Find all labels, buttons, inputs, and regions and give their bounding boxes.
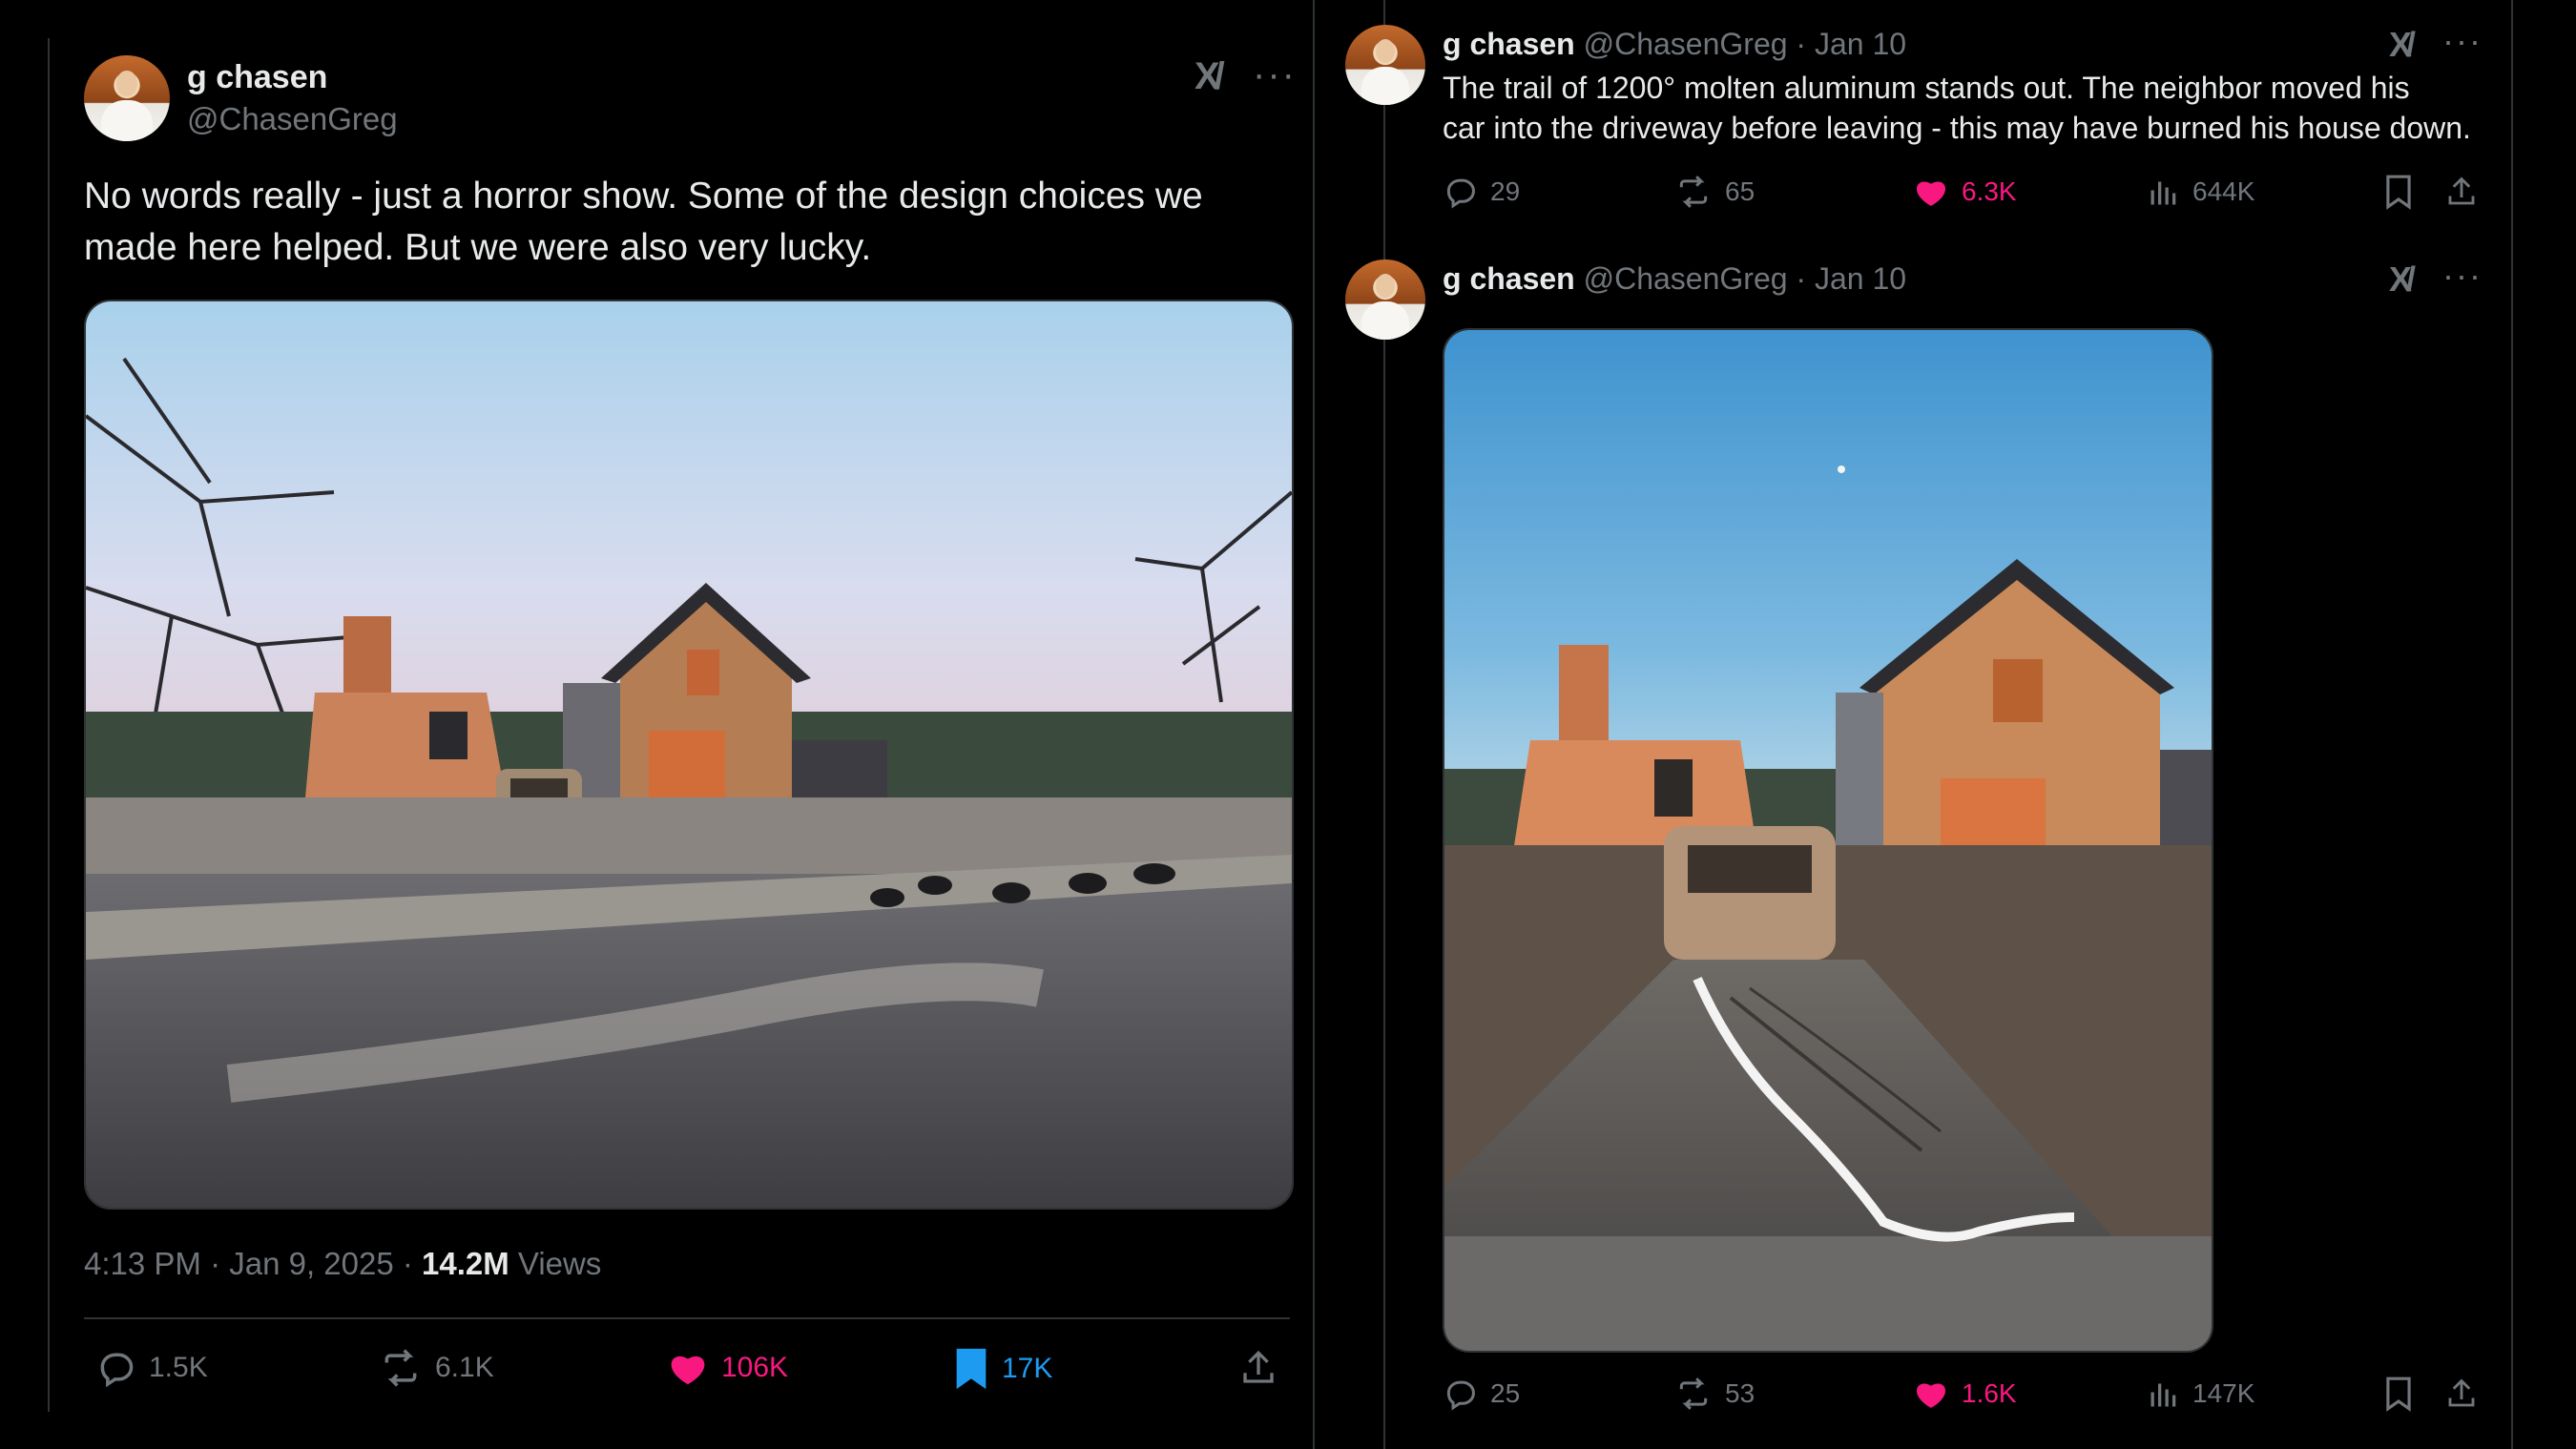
reply-button[interactable]: 1.5K bbox=[95, 1347, 208, 1389]
author-handle[interactable]: @ChasenGreg bbox=[187, 101, 398, 137]
reply2-reply-button[interactable]: 25 bbox=[1443, 1376, 1520, 1412]
bookmark-button[interactable]: 17K bbox=[952, 1347, 1052, 1391]
avatar[interactable] bbox=[84, 55, 170, 141]
reply1-like-count: 6.3K bbox=[1962, 176, 2017, 206]
left-column-border bbox=[48, 38, 50, 1412]
bookmark-icon bbox=[956, 1348, 987, 1390]
reply2-avatar[interactable] bbox=[1345, 259, 1425, 340]
right-column-border bbox=[2511, 0, 2513, 1449]
reply1-bookmark-button[interactable] bbox=[2383, 174, 2414, 210]
views-count: 14.2M bbox=[422, 1246, 509, 1281]
reply2-photo-scene bbox=[1444, 330, 2212, 1351]
reply2-photo[interactable] bbox=[1443, 328, 2213, 1353]
like-button[interactable]: 106K bbox=[666, 1347, 788, 1389]
share-button[interactable] bbox=[1238, 1347, 1278, 1389]
share-icon bbox=[2448, 1378, 2475, 1407]
reply2-repost-button[interactable]: 53 bbox=[1673, 1376, 1755, 1412]
reply1-avatar[interactable] bbox=[1345, 25, 1425, 105]
reply2-like-count: 1.6K bbox=[1962, 1378, 2017, 1408]
repost-icon bbox=[384, 1349, 417, 1387]
tweet-text-line-1: No words really - just a horror show. So… bbox=[84, 176, 1203, 217]
heart-icon bbox=[1916, 1383, 1946, 1408]
divider bbox=[84, 1317, 1290, 1319]
reply1-reply-button[interactable]: 29 bbox=[1443, 174, 1520, 210]
grok-icon[interactable]: X/ bbox=[1195, 55, 1225, 98]
bookmark-icon bbox=[2386, 1377, 2411, 1412]
reply2-header: g chasen @ChasenGreg · Jan 10 bbox=[1443, 261, 1906, 297]
reply2-bookmark-button[interactable] bbox=[2383, 1376, 2414, 1412]
repost-icon bbox=[1679, 1377, 1708, 1410]
reply1-header: g chasen @ChasenGreg · Jan 10 bbox=[1443, 27, 1906, 62]
reply-icon bbox=[1446, 178, 1475, 209]
reply1-author-name[interactable]: g chasen bbox=[1443, 27, 1575, 61]
share-icon bbox=[2448, 176, 2475, 205]
reply1-reply-count: 29 bbox=[1490, 176, 1521, 206]
tweet-photo[interactable] bbox=[84, 300, 1294, 1210]
reply-icon bbox=[1446, 1380, 1475, 1411]
views-label: Views bbox=[509, 1246, 602, 1281]
reply2-views-count: 147K bbox=[2192, 1378, 2255, 1408]
views-icon bbox=[2150, 1383, 2176, 1407]
heart-icon bbox=[1916, 181, 1946, 206]
reply1-more-icon[interactable]: ··· bbox=[2442, 21, 2483, 61]
reply1-views-count: 644K bbox=[2192, 176, 2255, 206]
reply2-handle-date[interactable]: @ChasenGreg · Jan 10 bbox=[1584, 261, 1906, 296]
repost-button[interactable]: 6.1K bbox=[378, 1347, 494, 1389]
tweet-timestamp[interactable]: 4:13 PM · Jan 9, 2025 · 14.2M Views bbox=[84, 1246, 601, 1282]
reply2-more-icon[interactable]: ··· bbox=[2442, 256, 2483, 296]
views-icon bbox=[2150, 181, 2176, 205]
reply-count: 1.5K bbox=[149, 1352, 208, 1383]
reply2-share-button[interactable] bbox=[2444, 1376, 2479, 1412]
author-name[interactable]: g chasen bbox=[187, 59, 327, 96]
bookmark-count: 17K bbox=[1002, 1353, 1053, 1384]
reply1-handle-date[interactable]: @ChasenGreg · Jan 10 bbox=[1584, 27, 1906, 61]
reply1-like-button[interactable]: 6.3K bbox=[1912, 174, 2017, 210]
thread-line bbox=[1383, 0, 1385, 1449]
more-icon[interactable]: ··· bbox=[1253, 53, 1297, 96]
middle-column-border bbox=[1313, 0, 1315, 1449]
reply1-repost-button[interactable]: 65 bbox=[1673, 174, 1755, 210]
reply2-author-name[interactable]: g chasen bbox=[1443, 261, 1575, 296]
repost-icon bbox=[1679, 176, 1708, 208]
reply1-repost-count: 65 bbox=[1725, 176, 1755, 206]
like-count: 106K bbox=[721, 1352, 789, 1383]
reply1-share-button[interactable] bbox=[2444, 174, 2479, 210]
reply2-views-button[interactable]: 147K bbox=[2147, 1376, 2254, 1412]
share-icon bbox=[1243, 1350, 1274, 1383]
timestamp-text: 4:13 PM · Jan 9, 2025 · bbox=[84, 1246, 423, 1281]
reply1-text-line-2: car into the driveway before leaving - t… bbox=[1443, 111, 2471, 145]
photo-scene bbox=[86, 301, 1292, 1208]
reply2-reply-count: 25 bbox=[1490, 1378, 1521, 1408]
tweet-text-line-2: made here helped. But we were also very … bbox=[84, 227, 872, 268]
reply2-grok-icon[interactable]: X/ bbox=[2389, 259, 2416, 300]
reply1-grok-icon[interactable]: X/ bbox=[2389, 25, 2416, 65]
reply1-views-button[interactable]: 644K bbox=[2147, 174, 2254, 210]
bookmark-icon bbox=[2386, 175, 2411, 210]
heart-icon bbox=[671, 1356, 705, 1385]
reply-icon bbox=[100, 1353, 134, 1388]
repost-count: 6.1K bbox=[435, 1352, 494, 1383]
reply2-repost-count: 53 bbox=[1725, 1378, 1755, 1408]
reply1-text-line-1: The trail of 1200° molten aluminum stand… bbox=[1443, 71, 2410, 105]
reply2-like-button[interactable]: 1.6K bbox=[1912, 1376, 2017, 1412]
